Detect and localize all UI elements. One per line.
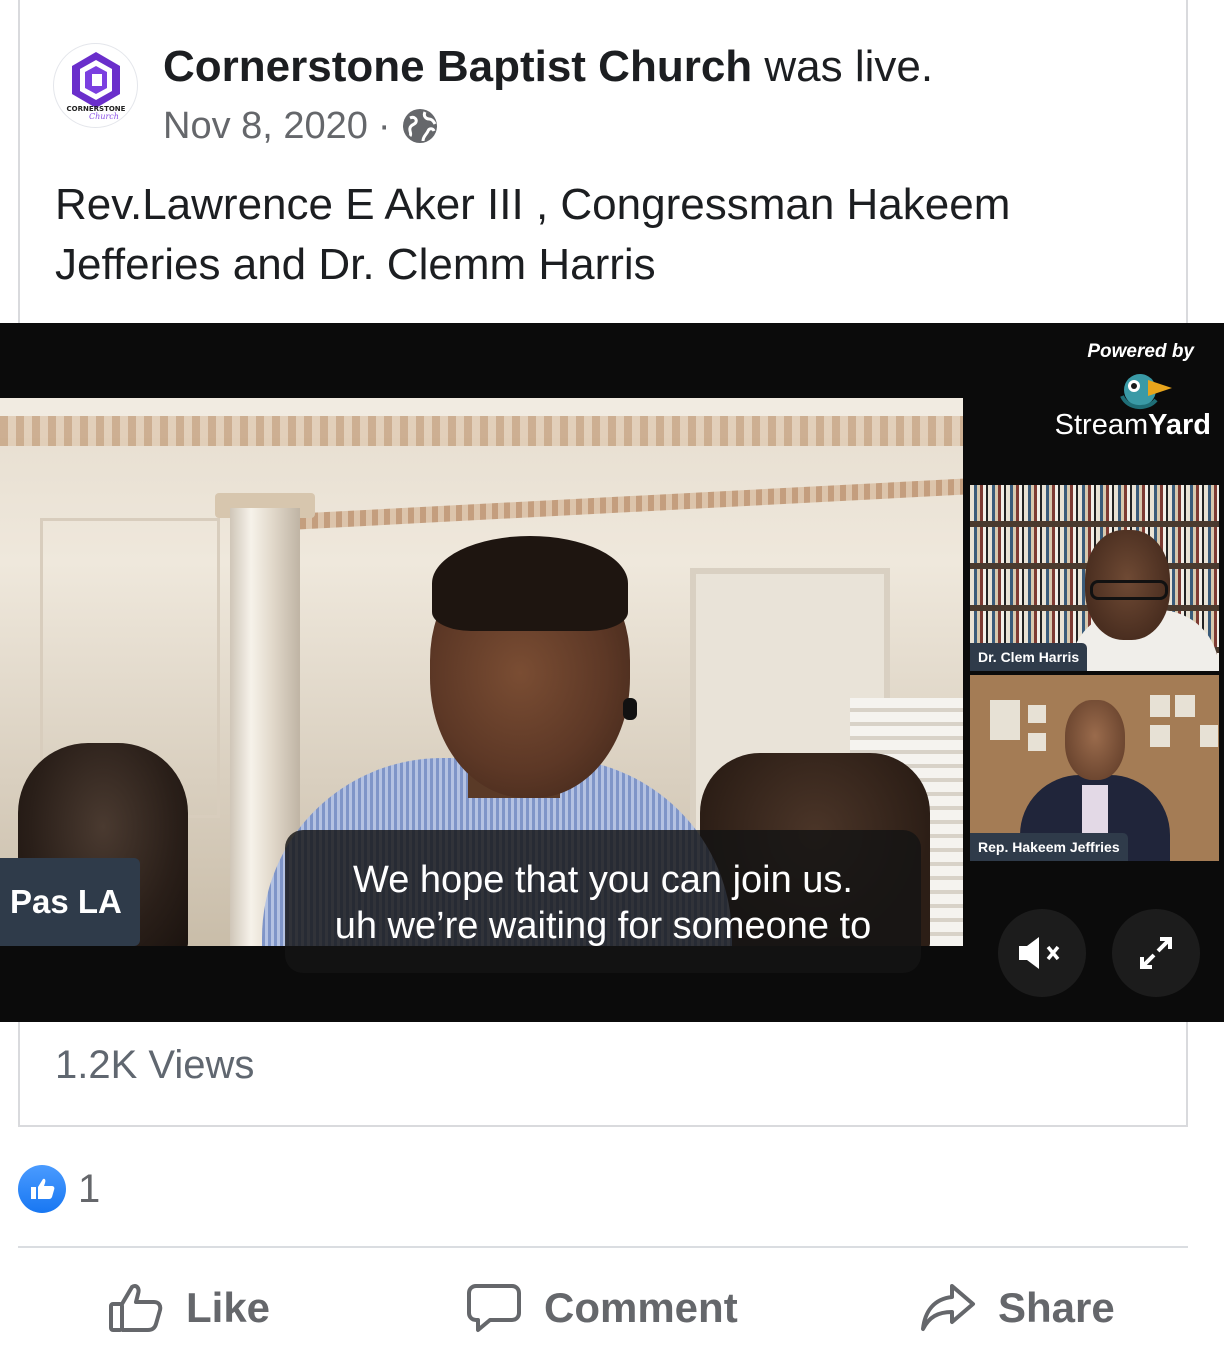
comment-label: Comment: [544, 1284, 738, 1331]
post-text: Rev.Lawrence E Aker III , Congressman Ha…: [55, 180, 1011, 289]
like-button[interactable]: Like: [108, 1278, 270, 1338]
post-meta: Nov 8, 2020 ·: [163, 103, 439, 149]
like-label: Like: [186, 1284, 271, 1331]
crown-molding: [0, 416, 963, 446]
action-divider: [18, 1246, 1188, 1248]
crown-molding-back: [300, 478, 963, 530]
glasses-icon: [1090, 580, 1168, 600]
post-date[interactable]: Nov 8, 2020: [163, 103, 368, 149]
view-count: 1.2K Views: [55, 1043, 255, 1087]
like-reaction-icon: [18, 1165, 66, 1213]
share-button[interactable]: Share: [920, 1278, 1115, 1338]
guest-jeffries-head: [1065, 700, 1125, 780]
guest-feed-harris: Dr. Clem Harris: [970, 485, 1219, 671]
guest-jeffries-name-tag: Rep. Hakeem Jeffries: [970, 833, 1128, 861]
thumbs-up-outline-icon: [109, 1284, 163, 1332]
svg-text:Church: Church: [89, 112, 119, 121]
cornerstone-logo-icon: CORNERSTONE Church: [67, 52, 126, 121]
share-arrow-icon: [921, 1284, 975, 1331]
thumbs-up-icon: [31, 1178, 55, 1199]
guest-harris-name-tag: Dr. Clem Harris: [970, 643, 1088, 671]
fullscreen-expand-icon: [1140, 937, 1172, 969]
streamyard-text-part2: Yard: [1148, 409, 1211, 441]
earbud: [623, 698, 637, 720]
caption-line-2: uh we’re waiting for someone to: [334, 905, 872, 947]
unmute-button[interactable]: [998, 909, 1086, 997]
share-label: Share: [998, 1284, 1115, 1331]
streamyard-text-part1: Stream: [1054, 409, 1149, 441]
post-header-title: Cornerstone Baptist Church was live.: [163, 42, 933, 92]
page-avatar[interactable]: CORNERSTONE Church: [53, 43, 138, 128]
muted-speaker-icon: [1019, 937, 1060, 969]
comment-button[interactable]: Comment: [466, 1278, 738, 1338]
speaker-hair: [432, 536, 628, 631]
live-video-player[interactable]: Pas LA We hope that you can join us. uh …: [0, 323, 1224, 1022]
guest-feed-jeffries: Rep. Hakeem Jeffries: [970, 675, 1219, 861]
main-speaker-name-tag: Pas LA: [0, 858, 140, 946]
streamyard-logo-text: StreamYard: [1055, 409, 1211, 442]
globe-icon: [402, 109, 437, 143]
reaction-count: 1: [78, 1166, 101, 1211]
caption-line-1: We hope that you can join us.: [353, 859, 853, 901]
live-status-text: was live.: [764, 42, 934, 91]
comment-bubble-icon: [467, 1284, 521, 1332]
fullscreen-button[interactable]: [1112, 909, 1200, 997]
reactions-summary[interactable]: 1: [18, 1165, 100, 1213]
live-captions: We hope that you can join us. uh we’re w…: [285, 830, 921, 973]
streamyard-duck-icon: [1120, 374, 1172, 409]
meta-separator: ·: [377, 105, 391, 147]
page-name-link[interactable]: Cornerstone Baptist Church: [163, 42, 752, 91]
powered-by-text: Powered by: [1087, 341, 1194, 362]
